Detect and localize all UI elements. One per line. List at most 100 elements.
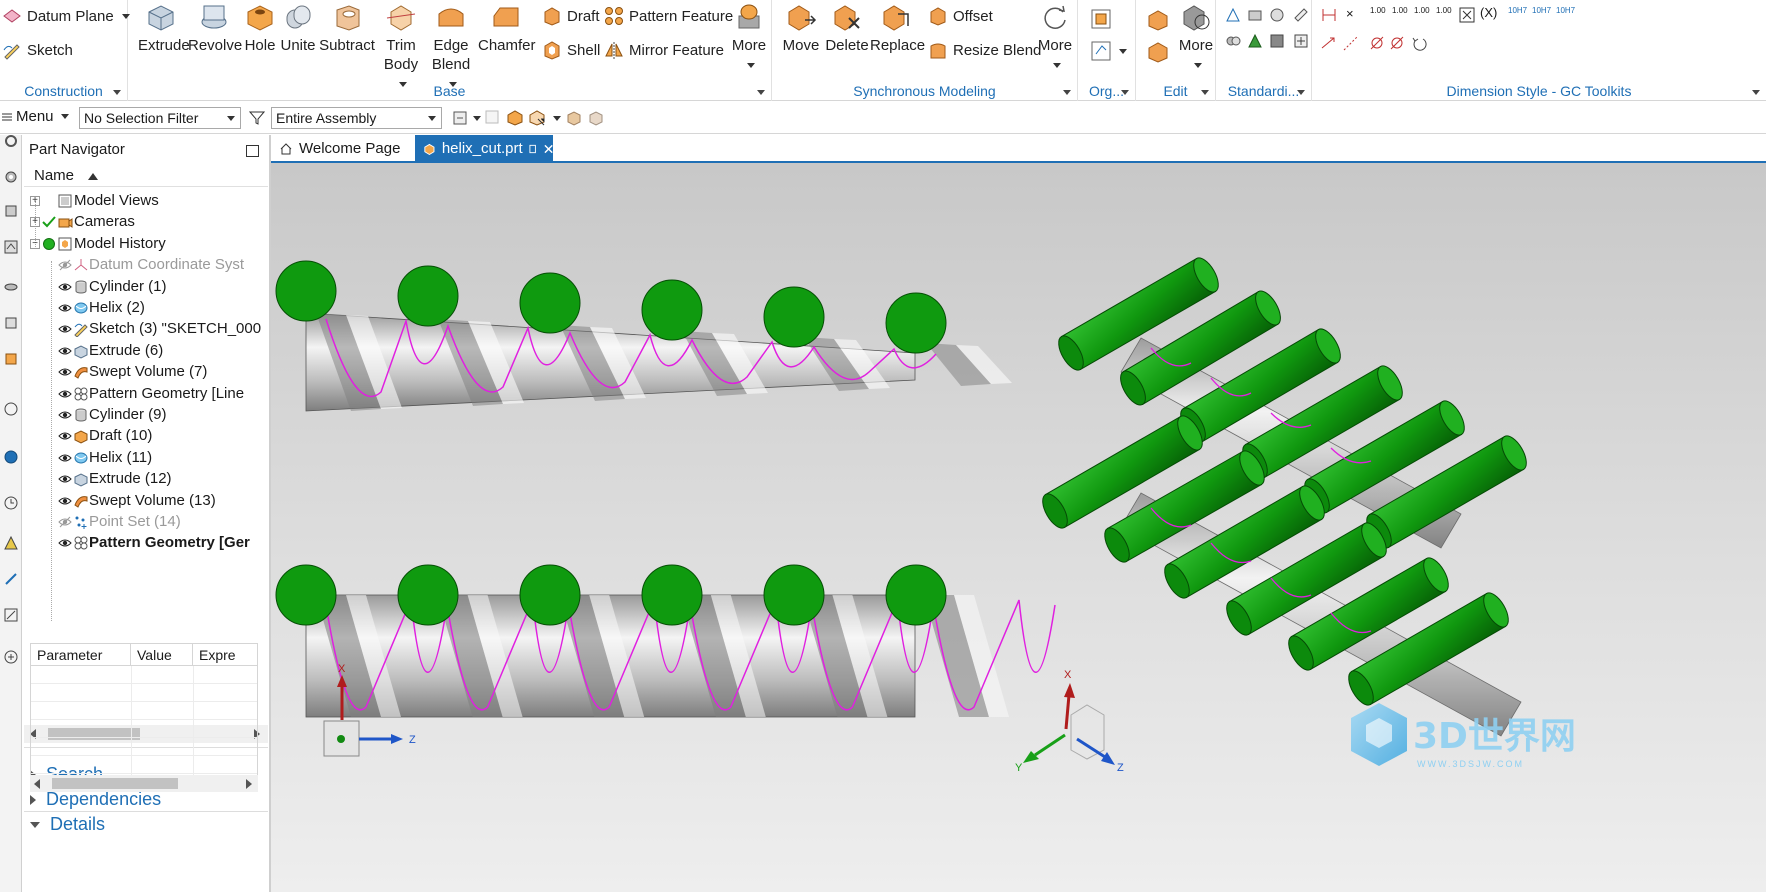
assembly-navigator-icon[interactable]: [3, 169, 19, 185]
navigator-tree-item[interactable]: Draft (10): [24, 424, 268, 448]
dimension-style-x-icon[interactable]: ×: [1346, 6, 1364, 24]
edit-more-button[interactable]: More: [1176, 2, 1216, 74]
scroll-left-icon[interactable]: [34, 779, 40, 789]
scope-dropdown[interactable]: Entire Assembly: [271, 107, 442, 129]
details-horizontal-scrollbar[interactable]: [30, 775, 258, 792]
extrude-button[interactable]: Extrude: [138, 2, 190, 55]
edit-group-menu[interactable]: [1201, 90, 1209, 95]
visible-eye-icon[interactable]: [58, 452, 72, 464]
parameter-column-header[interactable]: Parameter: [31, 644, 131, 666]
synchronous-modeling-group-menu[interactable]: [1063, 90, 1071, 95]
select-body-icon[interactable]: [506, 109, 524, 127]
model-scene[interactable]: XZ XY Z3D世界网WWW.3DSJW.COM: [271, 163, 1766, 892]
visible-eye-icon[interactable]: [58, 302, 72, 314]
unite-button[interactable]: Unite: [278, 2, 318, 55]
navigator-tree-item[interactable]: Extrude (12): [24, 467, 268, 491]
standard-tool-6-icon[interactable]: [1246, 32, 1264, 50]
subtract-button[interactable]: Subtract: [318, 2, 376, 55]
web-browser-icon[interactable]: [3, 351, 19, 367]
feature-group-2-icon[interactable]: [1090, 40, 1112, 62]
select-solid-icon[interactable]: [566, 110, 582, 126]
visible-eye-icon[interactable]: [58, 430, 72, 442]
feature-group-icon[interactable]: [1090, 8, 1112, 30]
trim-body-button[interactable]: Trim Body: [380, 2, 422, 93]
navigator-tree-item[interactable]: Point Set (14): [24, 510, 268, 534]
collapse-icon[interactable]: −: [30, 238, 40, 249]
navigator-tree-item[interactable]: Datum Coordinate Syst: [24, 253, 268, 277]
selection-filter-dropdown[interactable]: No Selection Filter: [79, 107, 241, 129]
mirror-feature-button[interactable]: Mirror Feature: [604, 40, 724, 60]
gear-icon[interactable]: [3, 133, 19, 149]
hd3d-tools-icon[interactable]: [3, 315, 19, 331]
sync-more-button[interactable]: More: [1034, 2, 1076, 74]
dimension-style-2-icon[interactable]: [1320, 34, 1338, 52]
org-group-menu[interactable]: [1121, 90, 1129, 95]
navigator-tree-item[interactable]: − Model History: [24, 232, 268, 256]
tapered-cutter-circle[interactable]: [519, 272, 581, 334]
standard-tool-1-icon[interactable]: [1224, 6, 1242, 24]
tab-welcome-page[interactable]: Welcome Page: [271, 135, 411, 163]
standard-tool-4-icon[interactable]: [1292, 6, 1310, 24]
select-general-object-icon[interactable]: [452, 109, 470, 127]
manufacturing-wizard-icon[interactable]: [3, 607, 19, 623]
navigator-tree-item[interactable]: Helix (2): [24, 296, 268, 320]
paren-x-icon[interactable]: (X): [1480, 5, 1504, 23]
revolve-button[interactable]: Revolve: [188, 2, 242, 55]
dimension-style-4-icon[interactable]: [1368, 34, 1386, 52]
select-feature-icon[interactable]: [484, 109, 500, 125]
visible-eye-icon[interactable]: [58, 537, 72, 549]
construction-group-menu[interactable]: [113, 90, 121, 95]
tapered-cutter-circle[interactable]: [885, 292, 947, 354]
shell-button[interactable]: Shell: [542, 40, 600, 60]
standardization-group-menu[interactable]: [1297, 90, 1305, 95]
straight-screw-cutter-circle[interactable]: [641, 564, 703, 626]
reuse-library-icon[interactable]: [3, 277, 19, 293]
tab-helix-cut[interactable]: helix_cut.prt: [415, 135, 553, 163]
navigator-tree-item[interactable]: + Model Views: [24, 189, 268, 213]
expand-icon[interactable]: +: [30, 217, 40, 228]
dimension-style-group-menu[interactable]: [1752, 90, 1760, 95]
base-more-button[interactable]: More: [728, 2, 770, 74]
sketch-button[interactable]: Sketch: [2, 40, 73, 60]
standard-tool-2-icon[interactable]: [1246, 6, 1264, 24]
fit-style-2[interactable]: 10H7: [1532, 6, 1556, 24]
visible-eye-icon[interactable]: [58, 281, 72, 293]
visible-eye-icon[interactable]: [58, 495, 72, 507]
menu-button[interactable]: Menu: [2, 108, 69, 125]
base-group-menu[interactable]: [757, 90, 765, 95]
visible-eye-icon[interactable]: [58, 388, 72, 400]
move-face-button[interactable]: Move: [780, 2, 822, 55]
edit-position-icon[interactable]: [1146, 40, 1170, 64]
boxed-x-icon[interactable]: [1458, 6, 1476, 24]
navigator-tree-item[interactable]: Helix (11): [24, 446, 268, 470]
edit-parameters-icon[interactable]: [1146, 8, 1170, 32]
navigator-tree-item[interactable]: Cylinder (9): [24, 403, 268, 427]
palette-icon[interactable]: [3, 449, 19, 465]
clock-icon[interactable]: [3, 495, 19, 511]
select-sheet-icon[interactable]: [588, 110, 604, 126]
tapered-cutter-circle[interactable]: [641, 279, 703, 341]
status-dot-icon[interactable]: [42, 237, 56, 250]
navigator-tree-item[interactable]: Sketch (3) "SKETCH_000: [24, 317, 268, 341]
hole-button[interactable]: Hole: [242, 2, 278, 55]
process-studio-icon[interactable]: [3, 571, 19, 587]
name-column-header[interactable]: Name: [24, 165, 268, 187]
navigator-tree-item[interactable]: Extrude (6): [24, 339, 268, 363]
visible-eye-icon[interactable]: [58, 473, 72, 485]
tolerance-style-4[interactable]: 1.00: [1436, 6, 1456, 24]
dependencies-section-header[interactable]: Dependencies: [30, 789, 161, 810]
expand-icon[interactable]: +: [30, 196, 40, 206]
tolerance-style-1[interactable]: 1.00: [1370, 6, 1390, 24]
value-column-header[interactable]: Value: [131, 644, 193, 666]
straight-screw-cutter-circle[interactable]: [397, 564, 459, 626]
tolerance-style-3[interactable]: 1.00: [1414, 6, 1434, 24]
system-materials-icon[interactable]: [3, 535, 19, 551]
offset-region-button[interactable]: Offset: [928, 6, 993, 26]
navigator-tree-item[interactable]: Pattern Geometry [Ger: [24, 531, 268, 555]
resize-blend-button[interactable]: Resize Blend: [928, 40, 1041, 60]
dimension-style-1-icon[interactable]: [1320, 6, 1338, 24]
expression-column-header[interactable]: Expre: [193, 644, 257, 666]
hidden-eye-icon[interactable]: [58, 516, 72, 528]
visible-eye-icon[interactable]: [58, 366, 72, 378]
tapered-cutter-circle[interactable]: [275, 260, 337, 322]
